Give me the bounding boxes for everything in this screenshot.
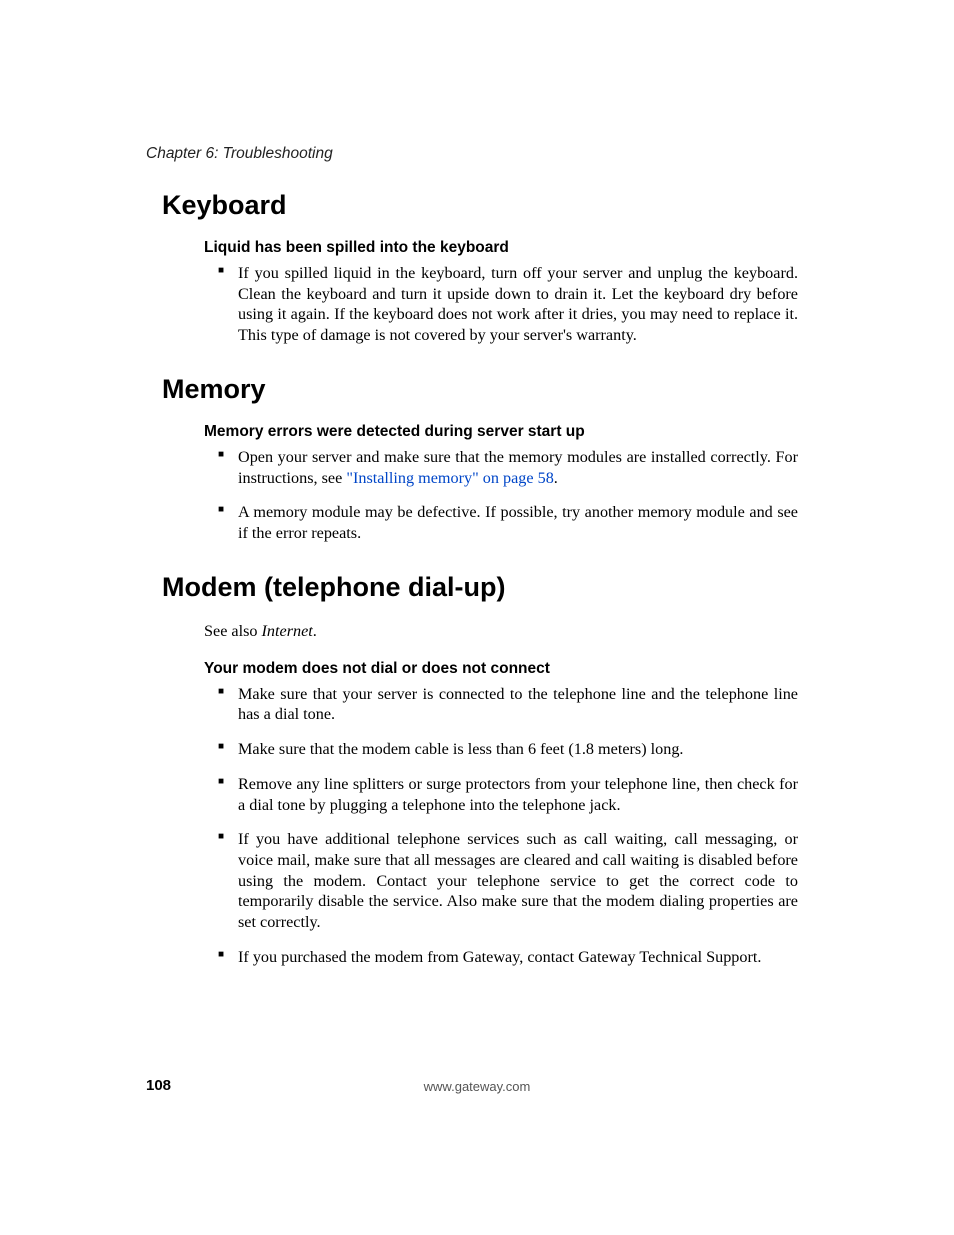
bullet-list: If you spilled liquid in the keyboard, t… [204, 263, 798, 346]
section-title-modem: Modem (telephone dial-up) [162, 572, 798, 603]
bullet-list: Make sure that your server is connected … [204, 684, 798, 968]
subsection-modem: Your modem does not dial or does not con… [204, 660, 798, 968]
subhead-keyboard-spill: Liquid has been spilled into the keyboar… [204, 239, 798, 257]
list-item: Remove any line splitters or surge prote… [204, 774, 798, 815]
text-fragment: See also [204, 622, 262, 640]
bullet-list: Open your server and make sure that the … [204, 447, 798, 544]
section-title-keyboard: Keyboard [162, 190, 798, 221]
xref-installing-memory[interactable]: "Installing memory" on page 58 [346, 469, 553, 487]
text-fragment: . [313, 622, 317, 640]
section-title-memory: Memory [162, 374, 798, 405]
footer-url: www.gateway.com [0, 1079, 954, 1094]
chapter-header: Chapter 6: Troubleshooting [146, 145, 333, 163]
subsection-memory: Memory errors were detected during serve… [204, 423, 798, 544]
list-item: If you spilled liquid in the keyboard, t… [204, 263, 798, 346]
list-item: If you have additional telephone service… [204, 829, 798, 933]
page-content: Keyboard Liquid has been spilled into th… [162, 190, 798, 996]
list-item: A memory module may be defective. If pos… [204, 502, 798, 543]
list-item: Make sure that the modem cable is less t… [204, 739, 798, 760]
text-fragment: . [554, 469, 558, 487]
footer-page-number: 108 [146, 1077, 171, 1094]
list-item: Open your server and make sure that the … [204, 447, 798, 488]
list-item: Make sure that your server is connected … [204, 684, 798, 725]
subhead-memory-errors: Memory errors were detected during serve… [204, 423, 798, 441]
see-also-target: Internet [262, 622, 313, 640]
see-also-paragraph: See also Internet. [204, 621, 798, 642]
list-item: If you purchased the modem from Gateway,… [204, 947, 798, 968]
subsection-keyboard: Liquid has been spilled into the keyboar… [204, 239, 798, 346]
subhead-modem-no-dial: Your modem does not dial or does not con… [204, 660, 798, 678]
